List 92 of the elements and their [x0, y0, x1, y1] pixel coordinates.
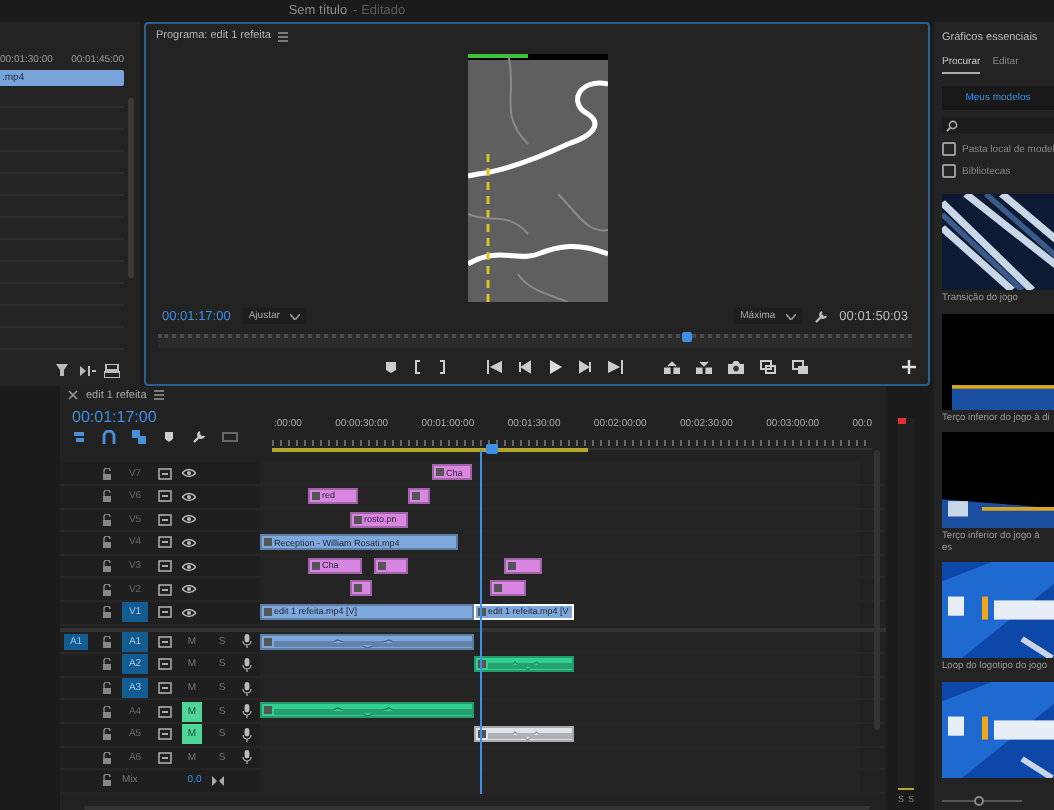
audio-clip[interactable]	[260, 702, 474, 719]
scrubber-playhead[interactable]	[681, 332, 692, 342]
end-icon[interactable]	[211, 775, 224, 786]
menu-icon[interactable]	[154, 390, 165, 401]
template-thumbnail[interactable]	[942, 313, 1054, 410]
eye-icon[interactable]	[182, 491, 196, 502]
mark-out-icon[interactable]	[438, 359, 446, 373]
microphone-icon[interactable]	[242, 704, 252, 719]
settings-icon[interactable]	[192, 430, 206, 445]
extract-icon[interactable]	[696, 359, 712, 373]
lock-icon[interactable]	[102, 513, 112, 526]
go-to-in-icon[interactable]	[486, 359, 502, 373]
camera-icon[interactable]	[728, 359, 744, 373]
graphic-clip[interactable]	[350, 580, 372, 597]
sync-lock-icon[interactable]	[158, 490, 172, 503]
sync-lock-icon[interactable]	[158, 513, 172, 526]
playhead-handle[interactable]	[485, 444, 498, 455]
graphic-clip[interactable]	[490, 580, 526, 597]
menu-icon[interactable]	[278, 31, 289, 41]
sync-lock-icon[interactable]	[158, 536, 172, 549]
sync-lock-icon[interactable]	[158, 705, 172, 718]
template-thumbnail[interactable]	[942, 681, 1054, 778]
sync-lock-icon[interactable]	[158, 635, 172, 648]
lock-icon[interactable]	[102, 658, 112, 671]
lock-icon[interactable]	[102, 774, 112, 787]
overwrite-icon[interactable]	[104, 364, 120, 378]
marker-icon[interactable]	[162, 430, 176, 445]
audio-clip[interactable]	[474, 725, 574, 742]
graphic-clip[interactable]	[374, 557, 408, 574]
lock-icon[interactable]	[102, 560, 112, 573]
magnet-icon[interactable]	[102, 430, 116, 445]
search-field[interactable]	[942, 118, 1054, 134]
lock-icon[interactable]	[102, 682, 112, 695]
lock-icon[interactable]	[102, 751, 112, 764]
microphone-icon[interactable]	[242, 681, 252, 696]
eye-icon[interactable]	[182, 561, 196, 572]
overlay-icon[interactable]	[792, 359, 808, 373]
sync-lock-icon[interactable]	[158, 467, 172, 480]
eye-icon[interactable]	[182, 468, 196, 479]
slider-thumb[interactable]	[974, 795, 984, 805]
mark-in-icon[interactable]	[414, 359, 422, 373]
eye-icon[interactable]	[182, 537, 196, 548]
microphone-icon[interactable]	[242, 634, 252, 649]
play-icon[interactable]	[548, 359, 562, 373]
sync-lock-icon[interactable]	[158, 560, 172, 573]
microphone-icon[interactable]	[242, 750, 252, 765]
sync-lock-icon[interactable]	[158, 658, 172, 671]
insert-icon[interactable]	[80, 364, 96, 378]
lock-icon[interactable]	[102, 536, 112, 549]
search-icon	[946, 120, 958, 132]
go-to-out-icon[interactable]	[608, 359, 624, 373]
audio-clip[interactable]	[474, 656, 574, 673]
template-thumbnail[interactable]	[942, 432, 1054, 529]
template-thumbnail[interactable]	[942, 562, 1054, 659]
eye-icon[interactable]	[182, 584, 196, 595]
close-icon[interactable]	[68, 390, 78, 401]
captions-icon[interactable]	[222, 430, 238, 445]
audio-clip[interactable]	[260, 633, 474, 650]
checkbox[interactable]	[942, 164, 956, 178]
eye-icon[interactable]	[182, 607, 196, 618]
step-back-icon[interactable]	[518, 359, 532, 373]
lift-icon[interactable]	[664, 359, 680, 373]
add-icon[interactable]	[902, 359, 916, 373]
checkbox[interactable]	[942, 142, 956, 156]
lock-icon[interactable]	[102, 635, 112, 648]
nest-icon[interactable]	[72, 430, 86, 445]
lock-icon[interactable]	[102, 728, 112, 741]
caret-icon	[785, 313, 796, 319]
step-forward-icon[interactable]	[578, 359, 592, 373]
sync-lock-icon[interactable]	[158, 606, 172, 619]
lock-icon[interactable]	[102, 606, 112, 619]
sync-lock-icon[interactable]	[158, 583, 172, 596]
link-icon[interactable]	[132, 430, 146, 445]
microphone-icon[interactable]	[242, 657, 252, 672]
marker-icon[interactable]	[384, 359, 398, 373]
lock-icon[interactable]	[102, 705, 112, 718]
sync-lock-icon[interactable]	[158, 751, 172, 764]
sync-lock-icon[interactable]	[158, 728, 172, 741]
lock-icon[interactable]	[102, 490, 112, 503]
lock-icon[interactable]	[102, 583, 112, 596]
template-thumbnail[interactable]	[942, 194, 1054, 290]
sync-lock-icon[interactable]	[158, 682, 172, 695]
microphone-icon[interactable]	[242, 727, 252, 742]
caret-icon	[289, 313, 300, 319]
graphic-clip[interactable]	[504, 557, 542, 574]
graphic-clip[interactable]	[408, 487, 430, 504]
scrubber-track[interactable]	[158, 334, 912, 348]
lock-icon[interactable]	[102, 467, 112, 480]
eye-icon[interactable]	[182, 514, 196, 525]
sequence-timecode[interactable]: 00:01:17:00	[72, 408, 272, 427]
comparison-icon[interactable]	[760, 359, 776, 373]
settings-icon[interactable]	[813, 309, 828, 323]
